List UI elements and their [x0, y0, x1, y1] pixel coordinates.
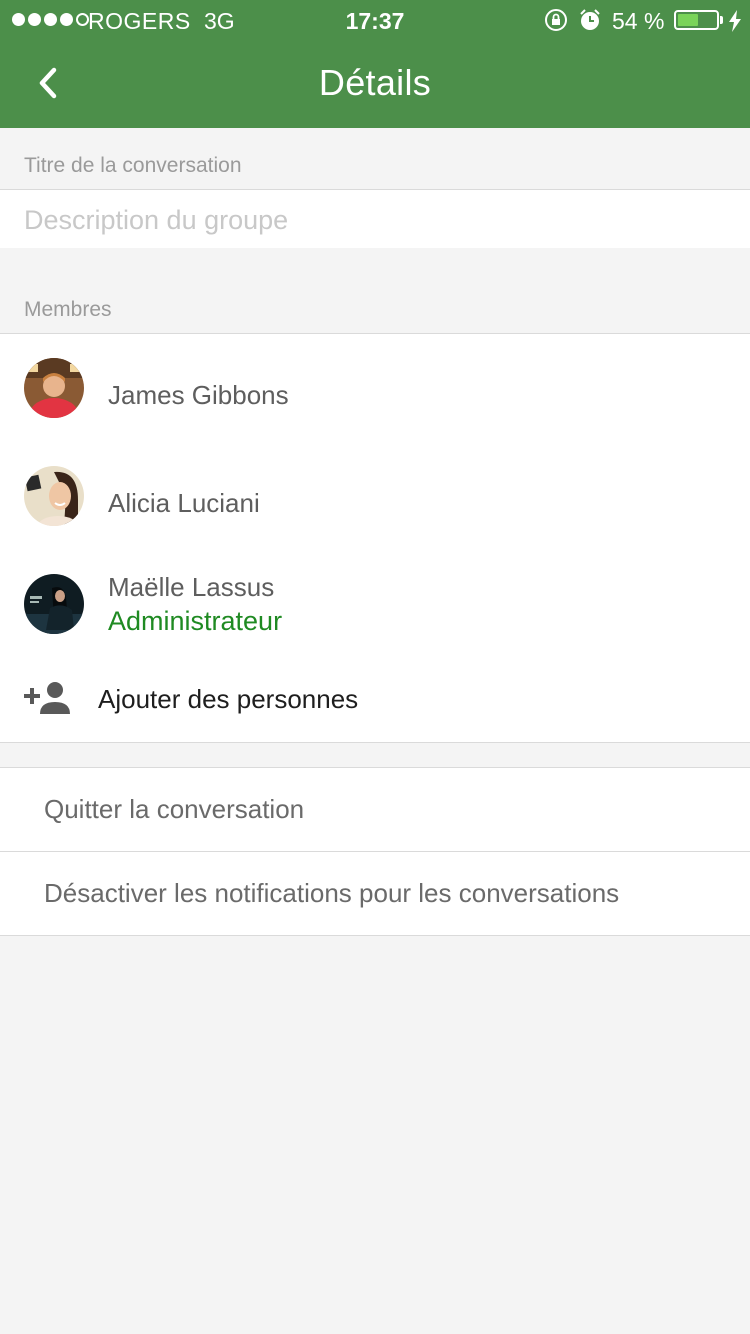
member-row-james-gibbons[interactable]: James Gibbons — [0, 340, 750, 440]
divider — [0, 742, 750, 743]
status-bar: ROGERS 3G 17:37 54 % — [0, 0, 750, 40]
charging-bolt-icon — [728, 10, 742, 38]
add-people-button[interactable]: Ajouter des personnes — [0, 670, 750, 730]
avatar — [24, 574, 84, 634]
leave-conversation-label: Quitter la conversation — [44, 794, 305, 824]
orientation-lock-icon — [544, 8, 568, 32]
member-row-maelle-lassus[interactable]: Maëlle Lassus Administrateur — [0, 556, 750, 656]
member-row-alicia-luciani[interactable]: Alicia Luciani — [0, 448, 750, 548]
avatar — [24, 358, 84, 418]
mute-notifications-button[interactable]: Désactiver les notifications pour les co… — [0, 852, 750, 935]
members-list: James Gibbons Alicia Luciani Maëlle Lass… — [0, 334, 750, 742]
battery-icon — [674, 10, 719, 30]
members-label: Membres — [24, 298, 112, 321]
member-name: James Gibbons — [108, 380, 289, 410]
leave-conversation-button[interactable]: Quitter la conversation — [0, 768, 750, 851]
header-bar: ROGERS 3G 17:37 54 % Détails — [0, 0, 750, 128]
conversation-title-label: Titre de la conversation — [24, 154, 242, 177]
battery-level — [678, 14, 698, 26]
member-name: Alicia Luciani — [108, 488, 260, 518]
group-description-input[interactable] — [24, 200, 724, 240]
member-name: Maëlle Lassus — [108, 572, 275, 602]
description-row — [0, 190, 750, 248]
mute-notifications-label: Désactiver les notifications pour les co… — [44, 878, 620, 908]
battery-tip — [720, 16, 723, 24]
avatar — [24, 466, 84, 526]
page-title: Détails — [318, 62, 432, 103]
divider — [0, 935, 750, 936]
alarm-icon — [578, 8, 602, 32]
battery-percent: 54 % — [612, 8, 665, 34]
add-people-label: Ajouter des personnes — [98, 684, 359, 714]
member-role-badge: Administrateur — [108, 606, 283, 636]
add-person-icon — [24, 680, 72, 721]
